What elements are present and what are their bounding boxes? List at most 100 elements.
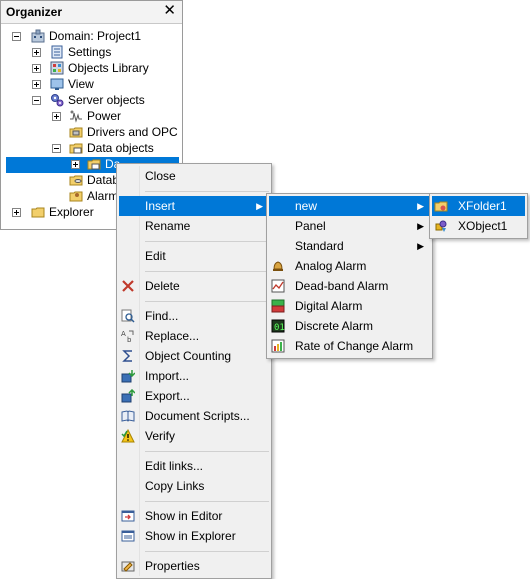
menu-item-label: Analog Alarm <box>295 259 367 273</box>
menu-item-show-in-editor[interactable]: Show in Editor <box>119 506 269 526</box>
properties-icon <box>121 561 135 572</box>
menu-item-edit-links[interactable]: Edit links... <box>119 456 269 476</box>
tree-item-view[interactable]: View <box>1 76 182 92</box>
folder-icon <box>31 207 45 218</box>
tree-item-label: Explorer <box>49 205 94 219</box>
discrete-alarm-icon: 01 <box>271 319 285 333</box>
menu-item-rate-of-change-alarm[interactable]: Rate of Change Alarm <box>269 336 430 356</box>
find-icon <box>121 309 135 323</box>
tree-item-objects-library[interactable]: Objects Library <box>1 60 182 76</box>
menu-item-new[interactable]: new ▶ <box>269 196 430 216</box>
menu-item-copy-links[interactable]: Copy Links <box>119 476 269 496</box>
organizer-titlebar: Organizer ✕ <box>1 1 182 24</box>
svg-text:b: b <box>127 336 132 343</box>
submenu-arrow-icon: ▶ <box>256 201 263 211</box>
menu-item-object-counting[interactable]: Object Counting <box>119 346 269 366</box>
menu-item-panel[interactable]: Panel ▶ <box>269 216 430 236</box>
menu-item-export[interactable]: Export... <box>119 386 269 406</box>
book-icon <box>121 410 135 422</box>
menu-item-xfolder1[interactable]: XFolder1 <box>432 196 525 216</box>
tree-item-label: Data objects <box>87 141 154 155</box>
tree-item-drivers-and-opc[interactable]: Drivers and OPC <box>1 124 182 140</box>
tree-item-label: Server objects <box>68 93 145 107</box>
tree-item-power[interactable]: Power <box>1 108 182 124</box>
show-in-explorer-icon <box>121 530 135 542</box>
expand-icon[interactable] <box>71 160 80 169</box>
library-icon <box>50 61 64 75</box>
menu-separator <box>145 301 269 302</box>
menu-item-label: Copy Links <box>145 479 205 493</box>
submenu-arrow-icon: ▶ <box>417 241 424 251</box>
menu-item-analog-alarm[interactable]: Analog Alarm <box>269 256 430 276</box>
sigma-icon <box>122 350 132 362</box>
menu-item-verify[interactable]: Verify <box>119 426 269 446</box>
expand-icon[interactable] <box>32 80 41 89</box>
tree-item-data-objects[interactable]: Data objects <box>1 140 182 156</box>
tree-item-label: Datab <box>87 173 120 187</box>
context-menu: Close Insert ▶ Rename Edit Delete Find..… <box>116 163 272 579</box>
menu-item-label: Dead-band Alarm <box>295 279 389 293</box>
tree-item-label: Domain: Project1 <box>49 29 142 43</box>
tree-item-settings[interactable]: Settings <box>1 44 182 60</box>
menu-item-label: Discrete Alarm <box>295 319 374 333</box>
menu-item-label: Edit <box>145 249 166 263</box>
data-objects-icon <box>69 143 83 154</box>
rate-of-change-alarm-icon <box>271 339 285 353</box>
menu-item-xobject1[interactable]: XObject1 <box>432 216 525 236</box>
submenu-arrow-icon: ▶ <box>417 221 424 231</box>
menu-item-label: Verify <box>145 429 176 443</box>
menu-item-label: Rename <box>145 219 191 233</box>
tree-item-label: Objects Library <box>68 61 149 75</box>
menu-item-label: Rate of Change Alarm <box>295 339 414 353</box>
menu-item-discrete-alarm[interactable]: 01 Discrete Alarm <box>269 316 430 336</box>
tree-item-domain[interactable]: Domain: Project1 <box>1 28 182 44</box>
menu-separator <box>145 271 269 272</box>
menu-item-label: Properties <box>145 559 200 573</box>
menu-item-label: Object Counting <box>145 349 232 363</box>
replace-icon: A b <box>121 330 134 343</box>
menu-item-label: Replace... <box>145 329 200 343</box>
menu-item-properties[interactable]: Properties <box>119 556 269 576</box>
dead-band-alarm-icon <box>271 279 285 293</box>
tree-item-label: Drivers and OPC <box>87 125 178 139</box>
menu-item-label: XObject1 <box>458 219 508 233</box>
menu-separator <box>145 501 269 502</box>
analog-alarm-icon <box>273 261 283 271</box>
expand-icon[interactable] <box>52 112 61 121</box>
menu-item-standard[interactable]: Standard ▶ <box>269 236 430 256</box>
menu-item-find[interactable]: Find... <box>119 306 269 326</box>
database-folder-icon <box>87 159 101 170</box>
export-icon <box>121 389 135 403</box>
show-in-editor-icon <box>121 510 135 522</box>
menu-item-close[interactable]: Close <box>119 166 269 186</box>
svg-text:A: A <box>121 330 126 338</box>
view-icon <box>50 78 64 90</box>
menu-separator <box>145 551 269 552</box>
expand-icon[interactable] <box>12 208 21 217</box>
menu-item-digital-alarm[interactable]: Digital Alarm <box>269 296 430 316</box>
menu-item-edit[interactable]: Edit <box>119 246 269 266</box>
digital-alarm-icon <box>271 299 285 313</box>
menu-item-label: Export... <box>145 389 190 403</box>
organizer-title: Organizer <box>6 5 63 19</box>
tree-item-server-objects[interactable]: Server objects <box>1 92 182 108</box>
collapse-icon[interactable] <box>12 32 21 41</box>
menu-item-show-in-explorer[interactable]: Show in Explorer <box>119 526 269 546</box>
menu-item-label: Import... <box>145 369 190 383</box>
menu-item-import[interactable]: Import... <box>119 366 269 386</box>
xfolder-icon <box>434 201 448 212</box>
menu-item-replace[interactable]: A b Replace... <box>119 326 269 346</box>
expand-icon[interactable] <box>32 64 41 73</box>
collapse-icon[interactable] <box>52 144 61 153</box>
menu-item-document-scripts[interactable]: Document Scripts... <box>119 406 269 426</box>
database-icon <box>69 175 83 186</box>
menu-item-insert[interactable]: Insert ▶ <box>119 196 269 216</box>
expand-icon[interactable] <box>32 48 41 57</box>
new-submenu: XFolder1 XObject1 <box>429 193 528 239</box>
collapse-icon[interactable] <box>32 96 41 105</box>
menu-item-dead-band-alarm[interactable]: Dead-band Alarm <box>269 276 430 296</box>
menu-item-rename[interactable]: Rename <box>119 216 269 236</box>
close-icon[interactable]: ✕ <box>163 3 176 19</box>
menu-item-label: Edit links... <box>145 459 204 473</box>
menu-item-delete[interactable]: Delete <box>119 276 269 296</box>
